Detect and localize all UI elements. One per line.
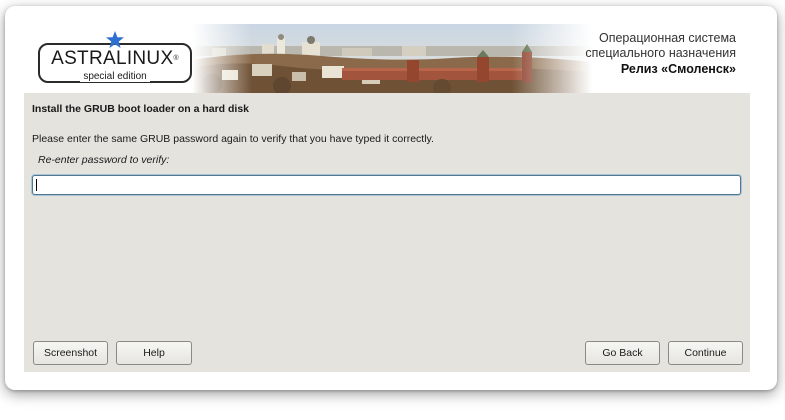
- continue-button[interactable]: Continue: [668, 341, 743, 365]
- logo-subtitle: special edition: [80, 71, 150, 82]
- description-text: Please enter the same GRUB password agai…: [32, 133, 434, 145]
- logo-registered-mark: ®: [173, 55, 179, 62]
- go-back-button[interactable]: Go Back: [585, 341, 660, 365]
- password-verify-input[interactable]: [32, 175, 741, 195]
- os-name-line1: Операционная система: [598, 31, 736, 45]
- help-button[interactable]: Help: [116, 341, 192, 365]
- banner: ASTRALINUX® special edition Операционная…: [24, 24, 750, 93]
- smolensk-panorama-image: [192, 24, 592, 93]
- password-field-label: Re-enter password to verify:: [38, 154, 170, 166]
- os-title-block: Операционная система специального назнач…: [585, 31, 736, 77]
- page-title: Install the GRUB boot loader on a hard d…: [32, 103, 250, 115]
- installer-window: ASTRALINUX® special edition Операционная…: [24, 24, 750, 372]
- release-name: Релиз «Смоленск»: [620, 62, 736, 76]
- astralinux-logo: ASTRALINUX® special edition: [32, 30, 200, 88]
- text-cursor: [36, 179, 37, 191]
- screenshot-button[interactable]: Screenshot: [33, 341, 108, 365]
- logo-text: ASTRALINUX: [51, 48, 174, 69]
- os-name-line2: специального назначения: [585, 46, 736, 60]
- star-icon: [106, 31, 124, 48]
